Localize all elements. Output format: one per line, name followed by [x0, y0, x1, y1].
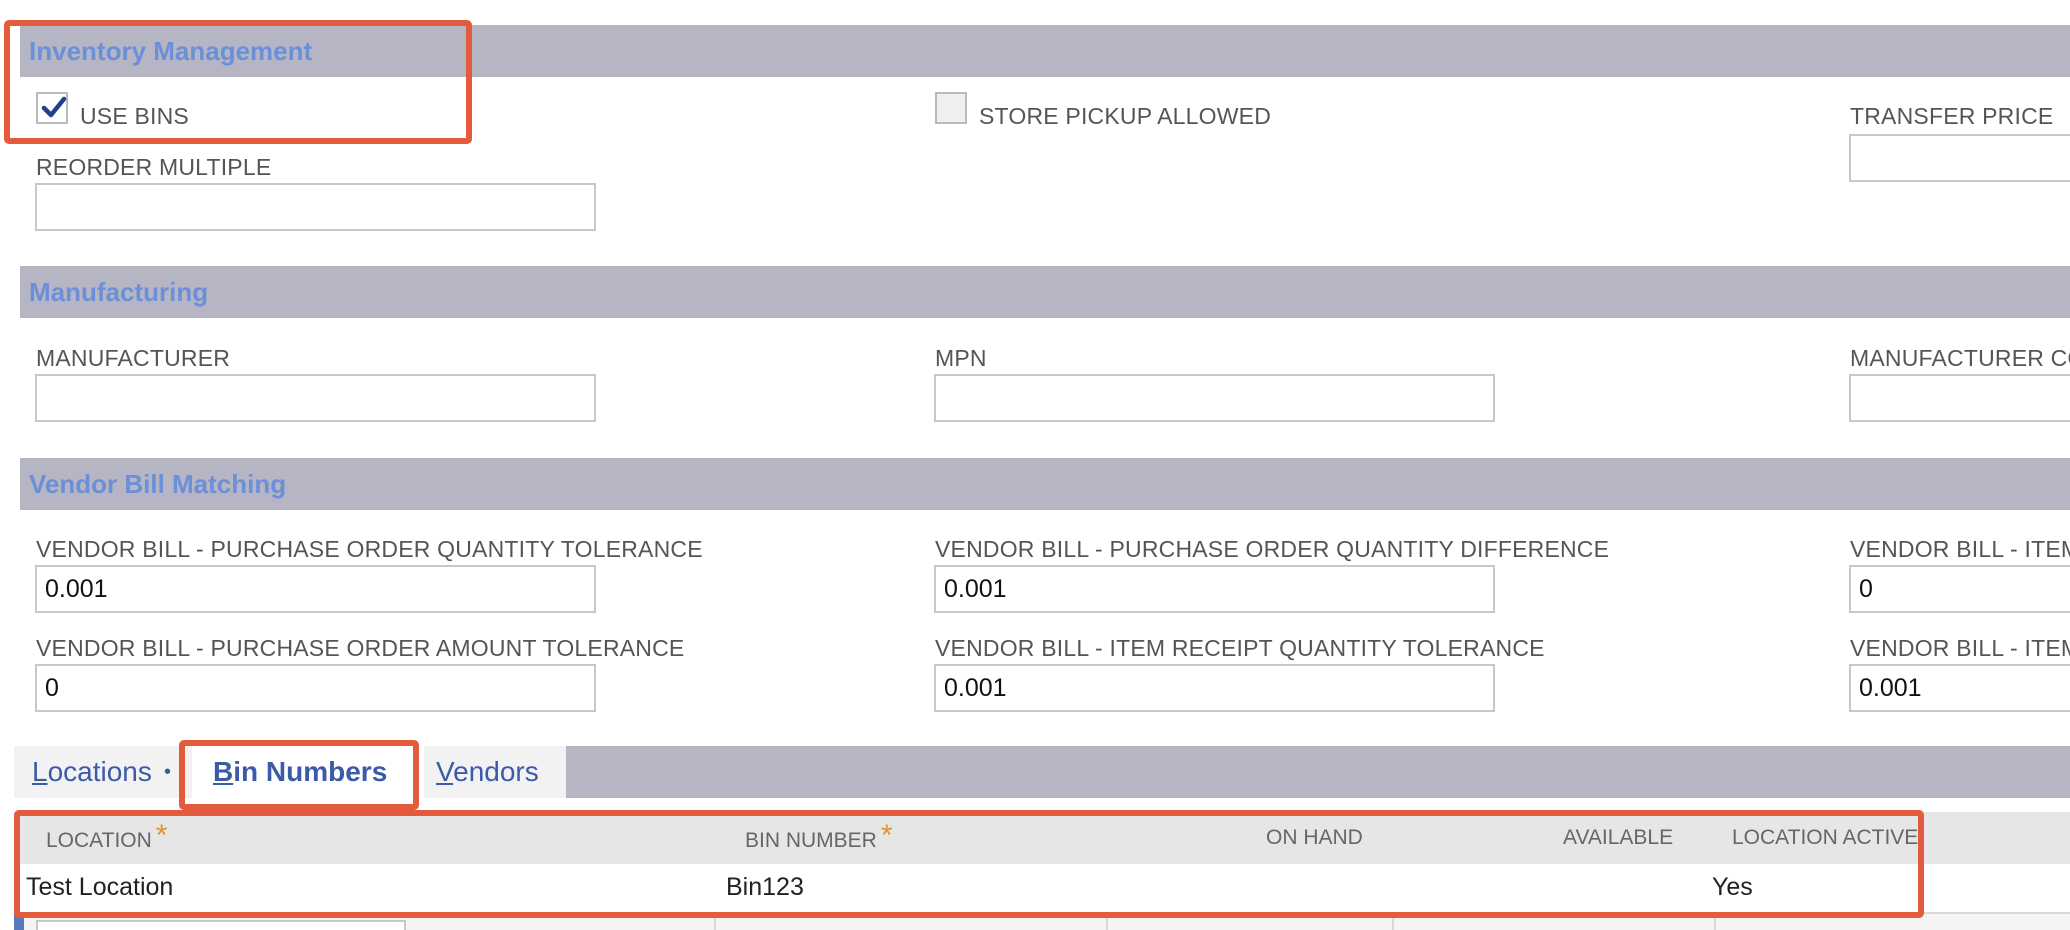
tab-locations-hotkey: L — [32, 756, 48, 787]
column-divider — [1106, 914, 1108, 930]
tab-bin-numbers[interactable]: Bin Numbers — [213, 746, 387, 798]
po-quantity-difference-label: VENDOR BILL - PURCHASE ORDER QUANTITY DI… — [935, 536, 1610, 562]
row-selection-marker — [14, 914, 24, 930]
mpn-label: MPN — [935, 345, 987, 371]
checkmark-icon — [41, 96, 67, 118]
tab-vendors-hotkey: V — [436, 756, 454, 787]
item-field-2-input[interactable]: 0.001 — [1849, 664, 2070, 712]
inventory-management-header[interactable]: Inventory Management — [20, 25, 2070, 77]
tab-locations-label: ocations — [47, 756, 152, 787]
item-field-1-input[interactable]: 0 — [1849, 565, 2070, 613]
ir-quantity-tolerance-input[interactable]: 0.001 — [934, 664, 1495, 712]
transfer-price-input[interactable] — [1849, 134, 2070, 182]
tab-vendors-label: endors — [453, 756, 539, 787]
inventory-management-title: Inventory Management — [29, 36, 313, 66]
tab-vendors[interactable]: Vendors — [436, 746, 539, 798]
manufacturer-label: MANUFACTURER — [36, 345, 231, 371]
tab-locations-dot: • — [164, 761, 172, 783]
po-amount-tolerance-label: VENDOR BILL - PURCHASE ORDER AMOUNT TOLE… — [36, 635, 685, 661]
po-quantity-tolerance-label: VENDOR BILL - PURCHASE ORDER QUANTITY TO… — [36, 536, 703, 562]
ir-quantity-tolerance-label: VENDOR BILL - ITEM RECEIPT QUANTITY TOLE… — [935, 635, 1545, 661]
table-edit-row[interactable] — [14, 912, 2070, 930]
cell-location-active[interactable]: Yes — [1712, 866, 1753, 908]
required-star-icon: * — [155, 819, 168, 852]
item-field-2-label: VENDOR BILL - ITEM — [1850, 635, 2070, 661]
manufacturing-title: Manufacturing — [29, 277, 209, 307]
tab-bin-numbers-label: in Numbers — [233, 756, 388, 787]
column-divider — [1714, 914, 1716, 930]
column-header-location[interactable]: LOCATION * — [46, 812, 167, 864]
vendor-bill-matching-header[interactable]: Vendor Bill Matching — [20, 458, 2070, 510]
manufacturer-country-input[interactable] — [1849, 374, 2070, 422]
required-star-icon: * — [880, 819, 893, 852]
cell-location[interactable]: Test Location — [26, 866, 173, 908]
tab-bin-numbers-hotkey: B — [213, 756, 234, 787]
table-row[interactable] — [14, 864, 2070, 910]
bin-number-header-label: BIN NUMBER — [745, 829, 877, 852]
store-pickup-allowed-label: STORE PICKUP ALLOWED — [979, 103, 1272, 129]
store-pickup-allowed-checkbox[interactable] — [935, 92, 967, 124]
column-header-on-hand[interactable]: ON HAND — [1266, 812, 1363, 864]
cell-bin-number[interactable]: Bin123 — [726, 866, 804, 908]
reorder-multiple-label: REORDER MULTIPLE — [36, 154, 272, 180]
po-amount-tolerance-input[interactable]: 0 — [35, 664, 596, 712]
subtab-strip: Locations • Bin Numbers Vendors — [14, 746, 2070, 810]
vendor-bill-matching-title: Vendor Bill Matching — [29, 469, 287, 499]
manufacturer-input[interactable] — [35, 374, 596, 422]
mpn-input[interactable] — [934, 374, 1495, 422]
reorder-multiple-input[interactable] — [35, 183, 596, 231]
column-header-bin-number[interactable]: BIN NUMBER * — [745, 812, 893, 864]
use-bins-label: USE BINS — [80, 103, 189, 129]
column-divider — [1392, 914, 1394, 930]
column-header-available[interactable]: AVAILABLE — [1563, 812, 1673, 864]
manufacturing-header[interactable]: Manufacturing — [20, 266, 2070, 318]
tab-locations[interactable]: Locations — [32, 746, 152, 798]
use-bins-checkbox[interactable] — [36, 92, 68, 124]
location-header-label: LOCATION — [46, 829, 152, 852]
transfer-price-label: TRANSFER PRICE — [1850, 103, 2054, 129]
manufacturer-country-label: MANUFACTURER CO — [1850, 345, 2070, 371]
po-quantity-difference-input[interactable]: 0.001 — [934, 565, 1495, 613]
item-record-form: Inventory Management USE BINS STORE PICK… — [0, 0, 2070, 930]
bin-table-header: LOCATION * BIN NUMBER * ON HAND AVAILABLE … — [14, 812, 2070, 864]
po-quantity-tolerance-input[interactable]: 0.001 — [35, 565, 596, 613]
new-location-input[interactable] — [36, 920, 406, 930]
item-field-1-label: VENDOR BILL - ITEM — [1850, 536, 2070, 562]
column-header-location-active[interactable]: LOCATION ACTIVE — [1732, 812, 1918, 864]
column-divider — [714, 914, 716, 930]
